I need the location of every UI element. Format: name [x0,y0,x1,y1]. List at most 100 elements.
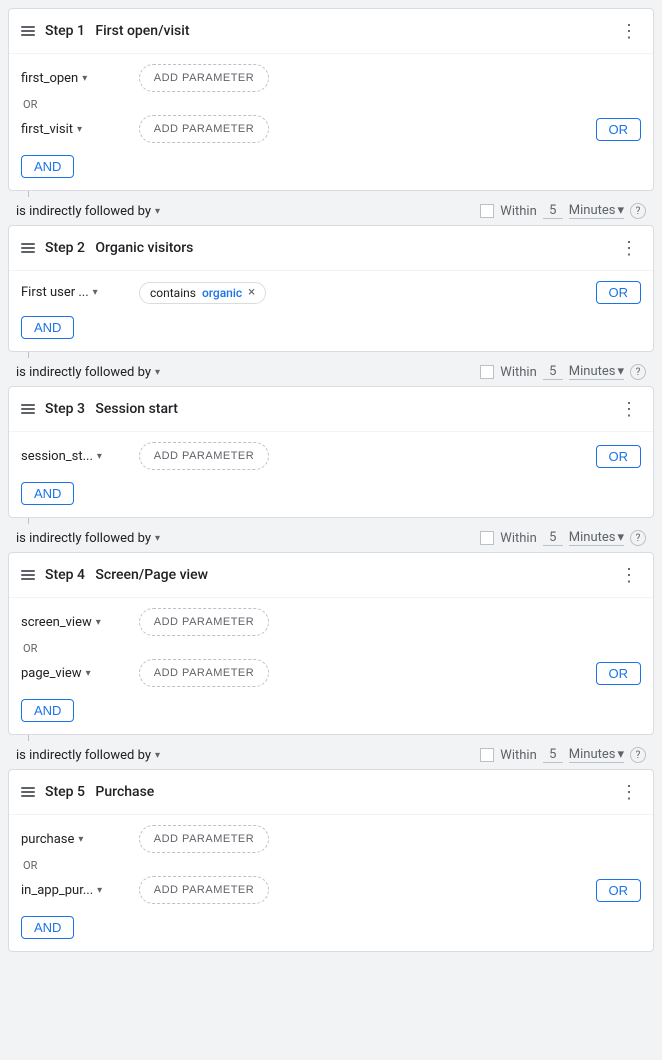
param-chip-value-1: organic [202,286,242,300]
drag-handle-2[interactable] [21,243,35,253]
step-5-number: Step 5 [45,784,85,800]
dropdown-arrow-8[interactable]: ▾ [97,885,102,896]
and-btn-2[interactable]: AND [21,316,74,339]
within-unit-1[interactable]: Minutes ▾ [569,203,624,219]
event-name-6: page_view [21,666,82,681]
step-2-body: First user ... ▾ contains organic × OR A… [9,271,653,351]
within-checkbox-3[interactable] [480,531,494,545]
connector-select-4[interactable]: is indirectly followed by ▾ [16,748,160,763]
add-param-btn-4[interactable]: ADD PARAMETER [139,442,269,470]
step-2-more-button[interactable]: ⋮ [617,236,641,260]
event-select-4[interactable]: session_st... ▾ [21,449,131,464]
dropdown-arrow-3[interactable]: ▾ [93,287,98,298]
drag-handle-1[interactable] [21,26,35,36]
connector-dropdown-4[interactable]: ▾ [155,750,160,761]
or-label-2: OR [21,642,641,655]
within-label-4: Within [500,748,536,763]
dropdown-arrow-2[interactable]: ▾ [77,124,82,135]
within-section-2: Within 5 Minutes ▾ ? [480,364,646,380]
step-2-number: Step 2 [45,240,85,256]
within-checkbox-4[interactable] [480,748,494,762]
connector-dropdown-2[interactable]: ▾ [155,367,160,378]
event-select-7[interactable]: purchase ▾ [21,832,131,847]
within-section-1: Within 5 Minutes ▾ ? [480,203,646,219]
connector-dropdown-1[interactable]: ▾ [155,206,160,217]
within-section-3: Within 5 Minutes ▾ ? [480,530,646,546]
connector-label-1: is indirectly followed by [16,204,151,219]
add-param-btn-1[interactable]: ADD PARAMETER [139,64,269,92]
within-number-2: 5 [543,364,563,380]
within-unit-text-1: Minutes [569,203,616,218]
within-unit-2[interactable]: Minutes ▾ [569,364,624,380]
dropdown-arrow-7[interactable]: ▾ [78,834,83,845]
connector-row-3: is indirectly followed by ▾ Within 5 Min… [8,524,654,552]
step-card-4: Step 4 Screen/Page view ⋮ screen_view ▾ … [8,552,654,735]
within-checkbox-1[interactable] [480,204,494,218]
help-icon-1[interactable]: ? [630,203,646,219]
connector-select-2[interactable]: is indirectly followed by ▾ [16,365,160,380]
dropdown-arrow-5[interactable]: ▾ [96,617,101,628]
add-param-btn-7[interactable]: ADD PARAMETER [139,825,269,853]
within-unit-4[interactable]: Minutes ▾ [569,747,624,763]
and-btn-3[interactable]: AND [21,482,74,505]
connector-2: is indirectly followed by ▾ Within 5 Min… [8,352,654,386]
event-select-8[interactable]: in_app_pur... ▾ [21,883,131,898]
or-btn-3[interactable]: OR [596,445,642,468]
event-select-6[interactable]: page_view ▾ [21,666,131,681]
or-btn-1[interactable]: OR [596,118,642,141]
add-param-btn-5[interactable]: ADD PARAMETER [139,608,269,636]
step-5-title: Step 5 Purchase [45,784,617,800]
dropdown-arrow-4[interactable]: ▾ [97,451,102,462]
event-select-3[interactable]: First user ... ▾ [21,285,131,300]
and-btn-1[interactable]: AND [21,155,74,178]
help-icon-4[interactable]: ? [630,747,646,763]
help-icon-3[interactable]: ? [630,530,646,546]
event-name-3: First user ... [21,285,89,300]
within-number-4: 5 [543,747,563,763]
add-param-btn-8[interactable]: ADD PARAMETER [139,876,269,904]
step-4-number: Step 4 [45,567,85,583]
step-3-name: Session start [95,401,178,417]
connector-row-4: is indirectly followed by ▾ Within 5 Min… [8,741,654,769]
add-param-btn-6[interactable]: ADD PARAMETER [139,659,269,687]
step-2-header: Step 2 Organic visitors ⋮ [9,226,653,271]
step-5-more-button[interactable]: ⋮ [617,780,641,804]
event-name-1: first_open [21,71,78,86]
within-unit-arrow-2: ▾ [617,364,624,379]
within-unit-3[interactable]: Minutes ▾ [569,530,624,546]
param-chip-close-1[interactable]: × [248,286,255,299]
connector-dropdown-3[interactable]: ▾ [155,533,160,544]
step-card-5: Step 5 Purchase ⋮ purchase ▾ ADD PARAMET… [8,769,654,952]
or-label-1: OR [21,98,641,111]
event-name-8: in_app_pur... [21,883,93,898]
step-1-more-button[interactable]: ⋮ [617,19,641,43]
connector-select-1[interactable]: is indirectly followed by ▾ [16,204,160,219]
help-icon-2[interactable]: ? [630,364,646,380]
event-row-1: first_open ▾ ADD PARAMETER [21,64,641,92]
drag-handle-5[interactable] [21,787,35,797]
step-3-header: Step 3 Session start ⋮ [9,387,653,432]
step-4-more-button[interactable]: ⋮ [617,563,641,587]
step-3-more-button[interactable]: ⋮ [617,397,641,421]
or-btn-5[interactable]: OR [596,879,642,902]
event-row-3: First user ... ▾ contains organic × OR [21,281,641,304]
within-section-4: Within 5 Minutes ▾ ? [480,747,646,763]
drag-handle-3[interactable] [21,404,35,414]
event-row-2: first_visit ▾ ADD PARAMETER OR [21,115,641,143]
add-param-btn-2[interactable]: ADD PARAMETER [139,115,269,143]
param-chip-1: contains organic × [139,282,266,304]
dropdown-arrow-6[interactable]: ▾ [86,668,91,679]
event-select-5[interactable]: screen_view ▾ [21,615,131,630]
and-btn-5[interactable]: AND [21,916,74,939]
connector-label-4: is indirectly followed by [16,748,151,763]
drag-handle-4[interactable] [21,570,35,580]
event-select-2[interactable]: first_visit ▾ [21,122,131,137]
event-select-1[interactable]: first_open ▾ [21,71,131,86]
step-4-body: screen_view ▾ ADD PARAMETER OR page_view… [9,598,653,734]
dropdown-arrow-1[interactable]: ▾ [82,73,87,84]
and-btn-4[interactable]: AND [21,699,74,722]
or-btn-2[interactable]: OR [596,281,642,304]
within-checkbox-2[interactable] [480,365,494,379]
connector-select-3[interactable]: is indirectly followed by ▾ [16,531,160,546]
or-btn-4[interactable]: OR [596,662,642,685]
